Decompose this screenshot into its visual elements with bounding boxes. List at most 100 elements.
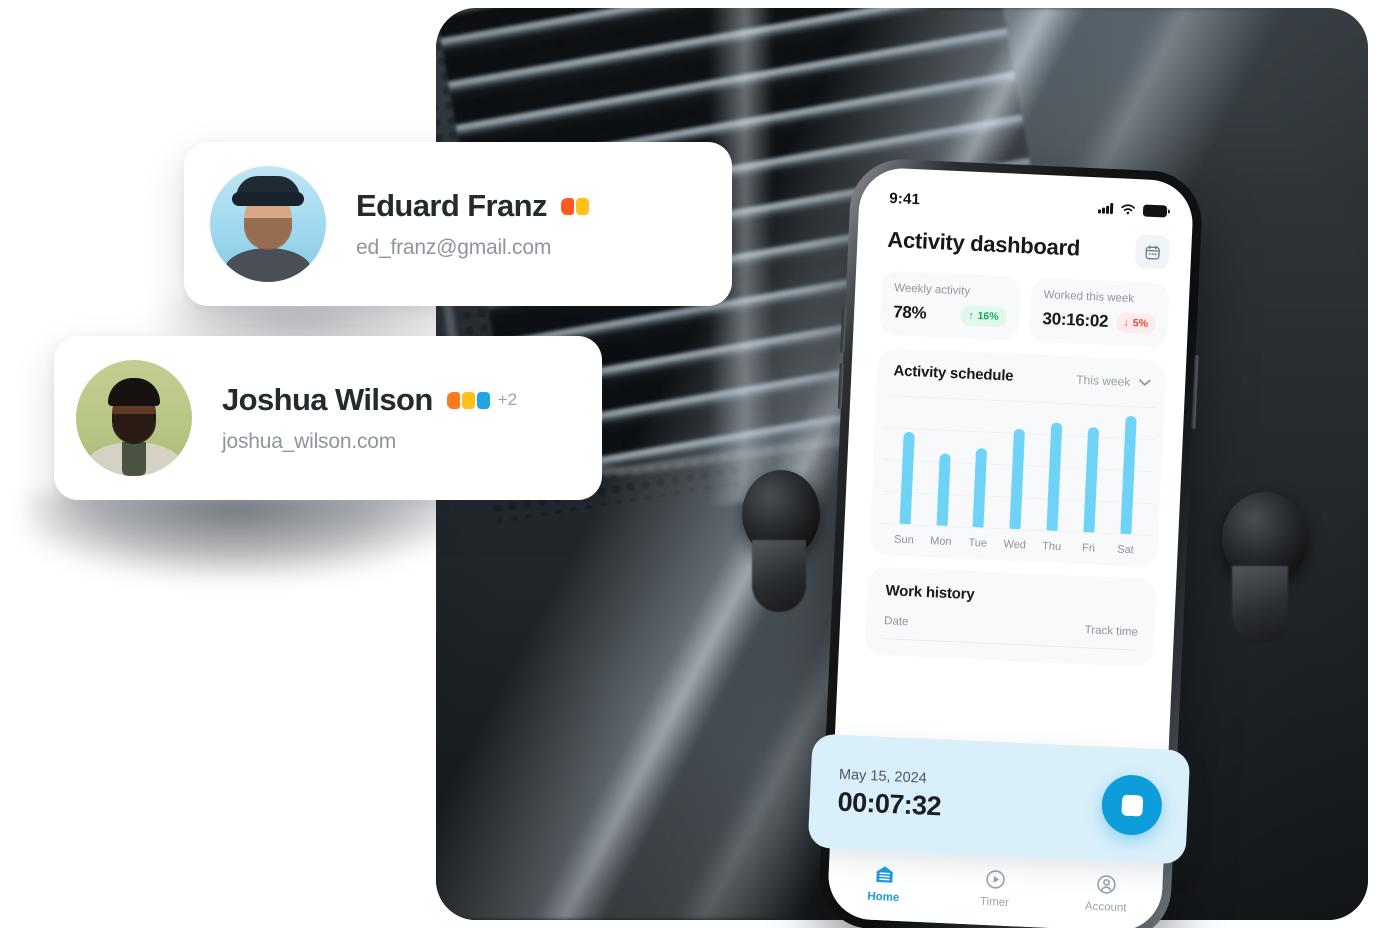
battery-icon xyxy=(1142,203,1168,218)
week-filter-dropdown[interactable]: This week xyxy=(1076,372,1152,389)
profile-name: Eduard Franz xyxy=(356,188,547,223)
chart-bar-column[interactable] xyxy=(960,399,1002,529)
chart-x-axis-labels: Sun Mon Tue Wed Thu Fri Sat xyxy=(886,533,1144,557)
chart-x-label: Wed xyxy=(1003,538,1027,552)
nav-label-home: Home xyxy=(867,890,900,905)
stat-row: 30:16:02 ↓ 5% xyxy=(1042,308,1157,335)
profile-subtitle: joshua_wilson.com xyxy=(222,430,397,453)
avatar-hair xyxy=(108,378,160,406)
status-badge-up: ↑ 16% xyxy=(959,305,1008,328)
chart-x-label: Sat xyxy=(1116,543,1135,557)
profile-name-row: Eduard Franz xyxy=(356,188,589,224)
work-history-title: Work history xyxy=(885,582,975,604)
chart-bar-column[interactable] xyxy=(997,400,1039,530)
page-title: Activity dashboard xyxy=(886,226,1081,261)
activity-schedule-card: Activity schedule This week Sun Mon Tue Wed… xyxy=(869,347,1167,568)
chart-x-label: Sun xyxy=(893,533,914,547)
stat-card-worked-this-week[interactable]: Worked this week 30:16:02 ↓ 5% xyxy=(1028,277,1170,348)
profile-card-joshua-wilson[interactable]: Joshua Wilson +2 joshua_wilson.com xyxy=(54,336,602,500)
chart-x-label: Mon xyxy=(929,535,952,549)
delta-value: 16% xyxy=(977,310,999,323)
tag-dot xyxy=(560,197,574,215)
chart-bar-column[interactable] xyxy=(1071,404,1113,534)
column-header-date: Date xyxy=(883,615,909,629)
week-filter-label: This week xyxy=(1075,372,1131,389)
delta-value: 5% xyxy=(1132,317,1149,330)
active-timer-card: May 15, 2024 00:07:32 xyxy=(807,733,1191,865)
account-icon xyxy=(1097,875,1116,894)
chart-bar-column[interactable] xyxy=(1108,405,1150,535)
tag-dot xyxy=(446,391,460,409)
tag-dot xyxy=(575,197,589,215)
avatar-eduard-franz xyxy=(210,166,326,282)
profile-subtitle: ed_franz@gmail.com xyxy=(356,236,552,259)
chart-x-label: Thu xyxy=(1041,540,1062,554)
chart-bar xyxy=(1083,427,1100,533)
timer-elapsed: 00:07:32 xyxy=(837,786,942,821)
promo-composition: 9:41 Activity dashboard Weekly activity … xyxy=(0,0,1380,928)
column-header-track-time: Track time xyxy=(1084,624,1139,639)
chart-bar xyxy=(899,431,915,525)
chart-bar xyxy=(1046,422,1063,531)
stop-timer-button[interactable] xyxy=(1100,773,1164,837)
chart-bar-column[interactable] xyxy=(924,397,966,527)
profile-name: Joshua Wilson xyxy=(222,382,433,417)
stat-label: Weekly activity xyxy=(893,282,971,298)
profile-text-block: Joshua Wilson +2 joshua_wilson.com xyxy=(222,382,517,454)
timer-icon xyxy=(986,870,1005,889)
stop-icon xyxy=(1120,794,1143,816)
avatar-shirt xyxy=(224,248,312,282)
arrow-down-icon: ↓ xyxy=(1123,316,1130,329)
tag-dots: +2 xyxy=(446,390,518,410)
home-icon xyxy=(875,866,893,883)
tag-dot xyxy=(476,391,490,409)
chart-x-label: Fri xyxy=(1081,542,1096,555)
stat-row: 78% ↑ 16% xyxy=(892,302,1008,328)
activity-schedule-header: Activity schedule This week xyxy=(893,362,1152,391)
chart-bar-column[interactable] xyxy=(1034,402,1076,532)
phone-mount-arm-left xyxy=(752,540,806,612)
avatar-beard xyxy=(244,218,292,250)
activity-bar-chart: Sun Mon Tue Wed Thu Fri Sat xyxy=(880,394,1157,557)
stat-value: 30:16:02 xyxy=(1042,308,1109,331)
status-time: 9:41 xyxy=(888,189,921,209)
stat-card-weekly-activity[interactable]: Weekly activity 78% ↑ 16% xyxy=(879,270,1021,341)
nav-item-account[interactable]: Account xyxy=(1050,870,1163,916)
status-icons xyxy=(1097,202,1168,218)
work-history-card: Work history Date Track time xyxy=(864,566,1157,668)
wifi-icon xyxy=(1121,203,1136,214)
chart-bar xyxy=(1009,428,1026,530)
profile-card-eduard-franz[interactable]: Eduard Franz ed_franz@gmail.com xyxy=(184,142,732,306)
nav-item-timer[interactable]: Timer xyxy=(939,865,1052,911)
calendar-button[interactable] xyxy=(1134,234,1170,270)
card-shadow-lower xyxy=(26,492,446,578)
chart-bar xyxy=(936,453,951,526)
chart-x-label: Tue xyxy=(968,536,988,550)
stat-value: 78% xyxy=(892,302,927,323)
stat-label: Worked this week xyxy=(1043,289,1135,306)
calendar-icon xyxy=(1144,244,1160,260)
tag-dots xyxy=(560,197,589,215)
profile-text-block: Eduard Franz ed_franz@gmail.com xyxy=(356,188,589,260)
status-badge-down: ↓ 5% xyxy=(1115,312,1157,335)
nav-label-timer: Timer xyxy=(979,895,1010,910)
avatar-collar xyxy=(122,442,146,476)
avatar-joshua-wilson xyxy=(76,360,192,476)
timer-text-block: May 15, 2024 00:07:32 xyxy=(837,766,942,822)
tag-dot xyxy=(461,391,475,409)
chevron-down-icon xyxy=(1139,378,1151,386)
work-history-columns: Date Track time xyxy=(883,615,1139,651)
nav-label-account: Account xyxy=(1084,900,1127,915)
avatar-beard xyxy=(112,414,156,444)
chart-bar xyxy=(1120,416,1138,535)
nav-item-home[interactable]: Home xyxy=(827,860,940,906)
arrow-up-icon: ↑ xyxy=(968,309,974,322)
chart-bar-column[interactable] xyxy=(887,395,929,525)
signal-icon xyxy=(1097,202,1114,215)
profile-name-row: Joshua Wilson +2 xyxy=(222,382,517,418)
chart-bars xyxy=(887,395,1151,535)
chart-bar xyxy=(972,447,988,528)
tag-overflow-count: +2 xyxy=(497,390,518,409)
timer-date: May 15, 2024 xyxy=(838,766,928,787)
activity-schedule-title: Activity schedule xyxy=(893,362,1014,385)
